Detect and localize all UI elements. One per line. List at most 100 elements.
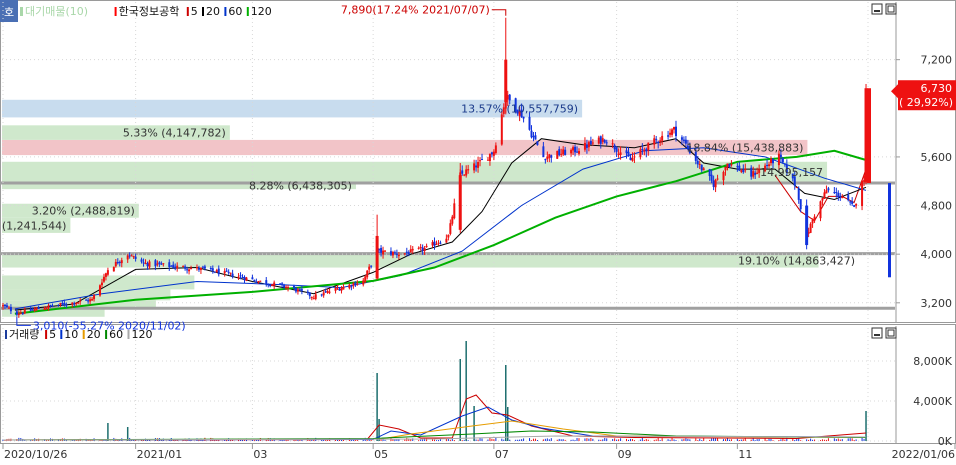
candle-body — [589, 140, 592, 145]
candle-body — [314, 294, 317, 299]
legend-label: 120 — [251, 5, 272, 18]
candle-body — [445, 238, 448, 243]
price-tick-label: 7,200 — [921, 54, 953, 67]
candle-body — [827, 188, 830, 191]
legend-swatch — [82, 330, 85, 339]
x-tick-label: 09 — [618, 448, 632, 461]
candle-body — [504, 59, 508, 103]
candle-body — [269, 285, 272, 287]
candle-body — [273, 282, 276, 286]
candle-body — [132, 256, 135, 258]
candle-body — [306, 291, 309, 293]
candle-body — [453, 203, 456, 219]
price-tick-label: 4,800 — [921, 200, 953, 213]
candle-body — [611, 143, 614, 145]
candle-body — [574, 146, 577, 153]
candle-body — [809, 223, 812, 233]
candle-body — [835, 192, 838, 194]
candle-body — [449, 223, 452, 234]
candle-body — [708, 169, 711, 177]
candle-body — [548, 154, 551, 158]
candle-body — [340, 288, 343, 291]
candle-body — [779, 154, 782, 158]
candle-body — [255, 281, 258, 283]
legend-label: 10 — [64, 328, 78, 341]
candle-body — [465, 169, 468, 176]
candle-body — [229, 272, 232, 274]
candle-body — [195, 267, 198, 269]
candle-body — [368, 266, 371, 270]
candle-body — [558, 149, 561, 156]
high-annotation: 7,890(17.24% 2021/07/07) — [341, 4, 490, 17]
candle-body — [421, 247, 424, 251]
volume-tick-label: 0K — [938, 435, 953, 448]
candle-body — [382, 250, 385, 255]
candle-body — [287, 287, 290, 289]
legend-swatch — [202, 7, 204, 16]
candle-body — [544, 159, 547, 161]
candle-body — [45, 307, 48, 310]
candle-body — [736, 166, 739, 168]
candle-body — [148, 261, 151, 268]
candle-body — [393, 252, 396, 254]
candle-body — [486, 159, 489, 161]
candle-body — [821, 198, 824, 201]
candle-body — [5, 305, 8, 308]
candle-body — [744, 168, 747, 171]
candle-body — [680, 137, 683, 140]
candle-body — [211, 268, 214, 271]
candle-body — [617, 153, 620, 155]
legend-label: 60 — [228, 5, 242, 18]
volume-tick-label: 8,000K — [913, 355, 952, 368]
candle-body — [366, 270, 369, 278]
minimize-glyph — [874, 10, 880, 12]
candle-body — [23, 309, 26, 314]
candle-body — [213, 271, 216, 273]
candle-body — [241, 277, 244, 279]
minimize-icon[interactable] — [871, 327, 883, 339]
candle-body — [572, 147, 575, 151]
candle-body — [172, 264, 175, 268]
candle-body — [811, 219, 814, 224]
legend-label: 120 — [132, 328, 153, 341]
legend-swatch — [45, 330, 48, 339]
candle-body — [536, 141, 539, 146]
candle-body — [473, 163, 476, 171]
candle-body — [752, 171, 755, 177]
candle-body — [162, 263, 165, 265]
candle-body — [336, 288, 339, 290]
candle-body — [364, 276, 367, 282]
candle-body — [245, 277, 248, 281]
candle-body — [43, 308, 46, 310]
x-tick-label: 2022/01/06 — [892, 448, 955, 461]
candle-body — [682, 139, 685, 141]
candle-body — [461, 170, 464, 174]
candle-body — [560, 153, 563, 155]
overhang-band-label: 14,995,157 — [760, 166, 823, 179]
candle-body — [655, 138, 658, 140]
candle-body — [199, 267, 202, 270]
candle-body — [100, 282, 103, 286]
candle-body — [338, 288, 341, 291]
candle-body — [742, 169, 745, 173]
candle-body — [118, 262, 121, 264]
candle-body — [98, 285, 101, 296]
overhang-band-label: 19.10% (14,863,427) — [738, 255, 855, 268]
date-x-axis: 2020/10/26 2021/01 03 05 07 09 11 2022/01/06 — [2, 444, 956, 461]
candle-body — [106, 270, 109, 275]
current-price-bar — [867, 88, 871, 184]
candle-body — [799, 199, 802, 210]
candle-body — [375, 235, 379, 279]
candle-body — [389, 251, 392, 255]
candle-body — [176, 265, 179, 269]
candle-body — [116, 261, 119, 264]
minimize-icon[interactable] — [871, 3, 883, 15]
candle-body — [601, 138, 604, 142]
legend-label: 60 — [109, 328, 123, 341]
candle-body — [257, 281, 260, 283]
stock-chart-window: 호 19.10% (14,863,427) 1.60% (1,241,544)3.… — [0, 0, 956, 461]
candle-body — [73, 303, 76, 305]
candle-body — [281, 283, 284, 285]
candle-body — [65, 304, 68, 306]
candle-body — [203, 266, 206, 269]
